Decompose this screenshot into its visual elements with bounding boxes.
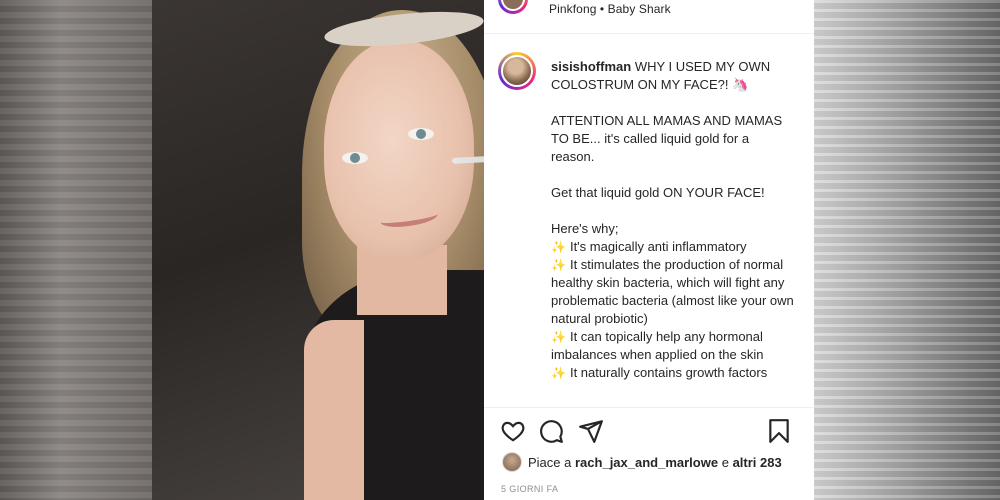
caption-bullet-text: It can topically help any hormonal imbal… [551,329,764,362]
likes-summary[interactable]: Piace a rach_jax_and_marlowe e altri 283 [502,452,802,474]
liker-avatar[interactable] [502,452,522,472]
likes-text: Piace a rach_jax_and_marlowe e altri 283 [528,455,782,470]
actions-divider [484,407,814,408]
caption-bullet: ✨ It can topically help any hormonal imba… [551,328,796,364]
sparkles-icon: ✨ [551,240,566,254]
likes-prefix: Piace a [528,455,572,470]
audio-track-label[interactable]: Pinkfong • Baby Shark [549,2,671,16]
post-side-panel: Pinkfong • Baby Shark sisishoffman WHY I… [484,0,814,500]
caption-bullet-text: It's magically anti inflammatory [569,239,747,254]
share-icon[interactable] [578,418,604,444]
caption-bullet: ✨ It's magically anti inflammatory [551,238,796,256]
caption-paragraph: Get that liquid gold ON YOUR FACE! [551,185,765,200]
author-avatar[interactable] [498,52,536,90]
comment-icon[interactable] [538,418,564,444]
sparkles-icon: ✨ [551,258,566,272]
sparkles-icon: ✨ [551,330,566,344]
post-caption: sisishoffman WHY I USED MY OWN COLOSTRUM… [551,58,796,382]
post-media[interactable] [152,0,484,500]
caption-paragraph: ATTENTION ALL MAMAS AND MAMAS TO BE... i… [551,113,783,164]
post-actions-bar [500,418,800,444]
heart-icon[interactable] [500,418,526,444]
media-eye-right [408,128,434,140]
media-eye-left [342,152,368,164]
likes-conjunction: e [721,455,729,470]
author-username[interactable]: sisishoffman [551,59,631,74]
media-face [324,40,474,260]
caption-paragraph: Here's why; [551,221,619,236]
caption-first-line: sisishoffman WHY I USED MY OWN COLOSTRUM… [551,58,796,94]
author-avatar-small[interactable] [498,0,528,14]
sparkles-icon: ✨ [551,366,566,380]
caption-bullet: ✨ It naturally contains growth factors [551,364,796,382]
caption-bullet: ✨ It stimulates the production of normal … [551,256,796,328]
post-header: Pinkfong • Baby Shark [484,0,814,34]
post-date[interactable]: 5 GIORNI FA [501,484,558,494]
caption-scroll-area[interactable]: sisishoffman WHY I USED MY OWN COLOSTRUM… [484,40,814,407]
media-shoulder [304,320,364,500]
caption-bullet-text: It naturally contains growth factors [569,365,768,380]
likes-others-count[interactable]: altri 283 [733,455,782,470]
caption-bullet-text: It stimulates the production of normal h… [551,257,794,326]
blurred-background-right [814,0,1000,500]
blurred-background-left [0,0,152,500]
liker-username[interactable]: rach_jax_and_marlowe [575,455,718,470]
bookmark-icon[interactable] [766,418,792,444]
